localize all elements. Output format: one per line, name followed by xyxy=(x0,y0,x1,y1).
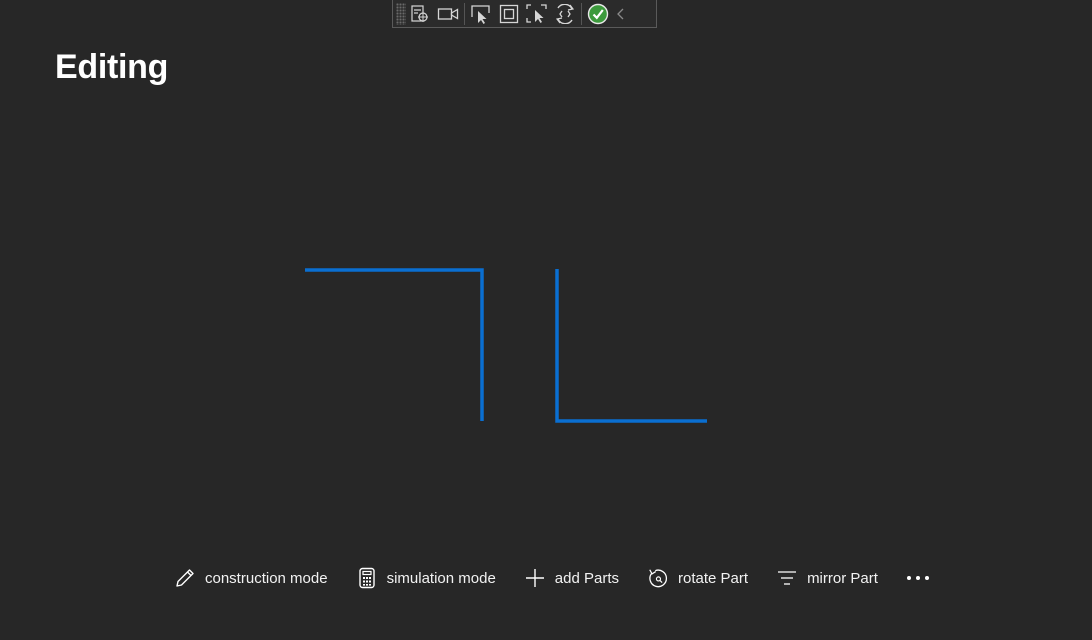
calculator-icon xyxy=(356,567,378,589)
mirror-part-button[interactable]: mirror Part xyxy=(762,558,892,598)
add-parts-label: add Parts xyxy=(554,569,620,587)
toolbar-separator xyxy=(581,2,582,25)
command-bar: construction mode simulation mode add Pa… xyxy=(160,558,944,598)
toolbar-separator xyxy=(464,2,465,25)
simulation-mode-button[interactable]: simulation mode xyxy=(342,558,510,598)
rotate-icon xyxy=(647,567,669,589)
select-element-button[interactable] xyxy=(467,2,495,26)
mirror-part-label: mirror Part xyxy=(807,569,878,587)
track-focus-button[interactable] xyxy=(523,2,551,26)
page-title: Editing xyxy=(55,48,169,86)
plus-icon xyxy=(524,567,546,589)
app-window: Editing construction mode simulation mod… xyxy=(0,0,1092,640)
corner-part-left[interactable] xyxy=(305,268,484,421)
pencil-icon xyxy=(174,567,196,589)
construction-mode-label: construction mode xyxy=(205,569,328,587)
layout-adorner-icon xyxy=(499,4,519,24)
hot-reload-icon xyxy=(554,3,576,24)
rotate-part-button[interactable]: rotate Part xyxy=(633,558,762,598)
add-parts-button[interactable]: add Parts xyxy=(510,558,633,598)
xaml-debug-toolbar xyxy=(392,0,657,28)
select-element-icon xyxy=(470,4,492,24)
live-visual-tree-button[interactable] xyxy=(406,2,434,26)
record-button[interactable] xyxy=(434,2,462,26)
video-camera-icon xyxy=(437,6,459,22)
collapse-toolbar-button[interactable] xyxy=(612,2,630,26)
binding-status-button[interactable] xyxy=(584,2,612,26)
hot-reload-button[interactable] xyxy=(551,2,579,26)
mirror-lines-icon xyxy=(776,567,798,589)
more-ellipsis-icon xyxy=(906,567,930,589)
track-focus-icon xyxy=(526,3,548,24)
layout-adorners-button[interactable] xyxy=(495,2,523,26)
live-visual-tree-icon xyxy=(410,4,430,23)
simulation-mode-label: simulation mode xyxy=(386,569,496,587)
chevron-left-icon xyxy=(616,7,626,21)
toolbar-grip-handle[interactable] xyxy=(396,2,406,25)
more-options-button[interactable] xyxy=(892,558,944,598)
green-check-icon xyxy=(587,3,609,25)
construction-mode-button[interactable]: construction mode xyxy=(160,558,342,598)
rotate-part-label: rotate Part xyxy=(678,569,749,587)
corner-part-right[interactable] xyxy=(555,269,707,423)
construction-canvas[interactable] xyxy=(0,0,1092,640)
